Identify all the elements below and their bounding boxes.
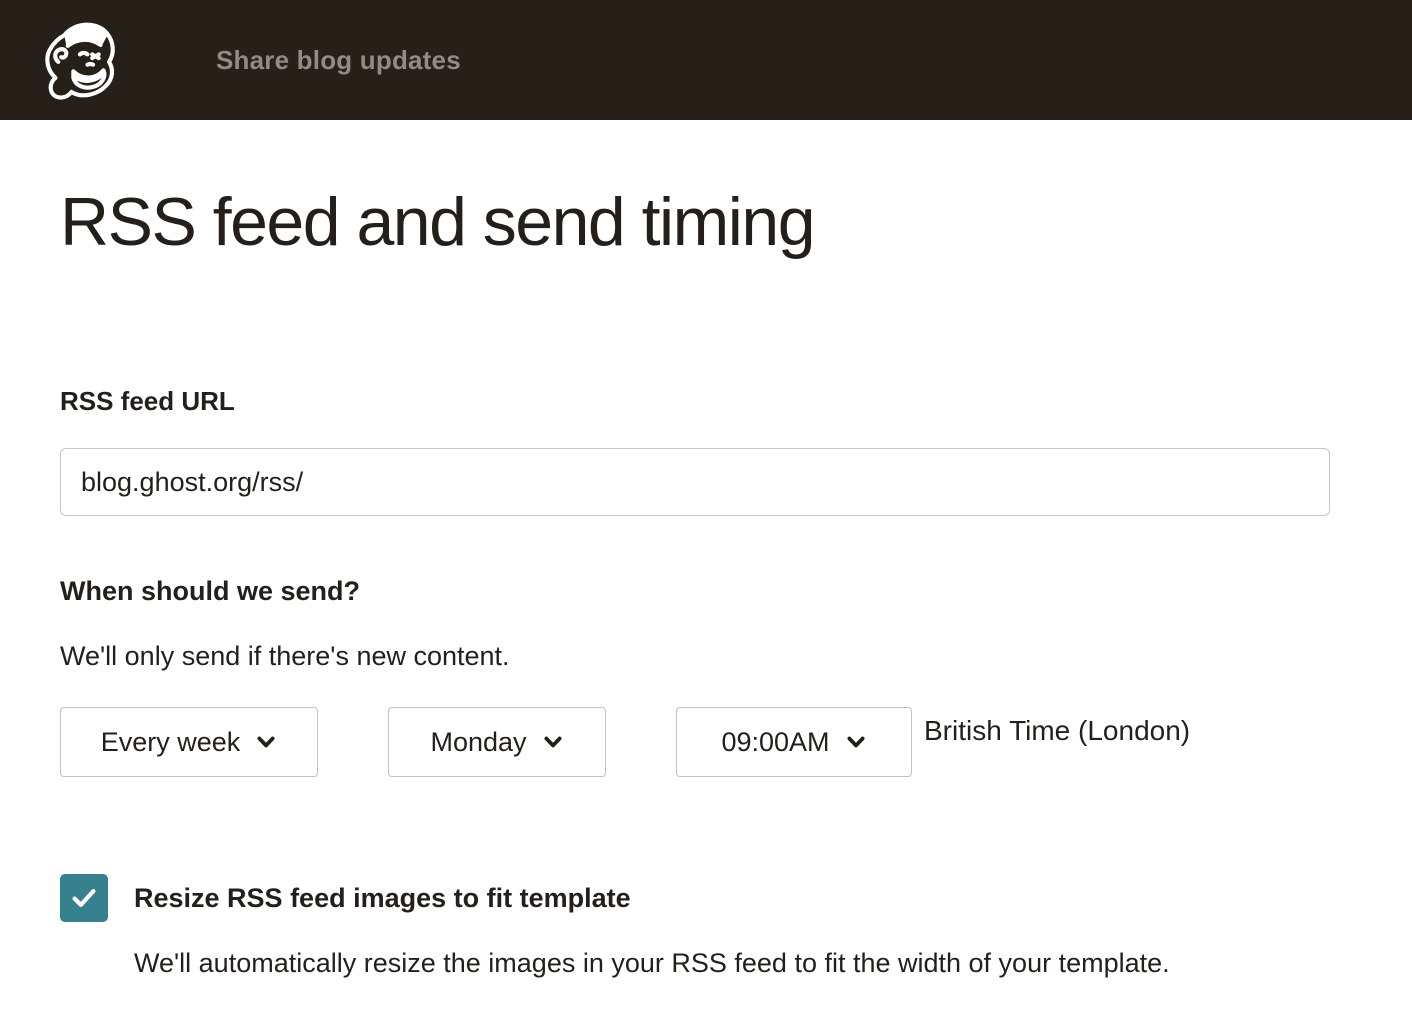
- frequency-dropdown[interactable]: Every week: [60, 707, 318, 777]
- campaign-title: Share blog updates: [216, 45, 461, 76]
- resize-option-row: Resize RSS feed images to fit template: [60, 874, 1352, 922]
- chevron-down-icon: [542, 731, 564, 753]
- mailchimp-freddie-icon: [32, 13, 126, 107]
- resize-checkbox[interactable]: [60, 874, 108, 922]
- resize-option-description: We'll automatically resize the images in…: [134, 946, 1352, 980]
- check-icon: [69, 883, 99, 913]
- send-timing-controls: Every week Monday 09:00AM British Time (…: [60, 707, 1352, 777]
- day-value: Monday: [430, 727, 526, 758]
- day-dropdown[interactable]: Monday: [388, 707, 606, 777]
- frequency-value: Every week: [101, 727, 241, 758]
- time-value: 09:00AM: [721, 727, 829, 758]
- resize-checkbox-label[interactable]: Resize RSS feed images to fit template: [134, 883, 631, 914]
- send-timing-heading: When should we send?: [60, 574, 1352, 609]
- chevron-down-icon: [845, 731, 867, 753]
- main-content: RSS feed and send timing RSS feed URL Wh…: [0, 180, 1412, 980]
- chevron-down-icon: [255, 731, 277, 753]
- timezone-label: British Time (London): [924, 715, 1190, 747]
- rss-url-label: RSS feed URL: [60, 385, 1352, 417]
- page-title: RSS feed and send timing: [60, 180, 1352, 265]
- app-header: Share blog updates: [0, 0, 1412, 120]
- send-timing-note: We'll only send if there's new content.: [60, 639, 1352, 673]
- time-dropdown[interactable]: 09:00AM: [676, 707, 912, 777]
- rss-url-input[interactable]: [60, 448, 1330, 516]
